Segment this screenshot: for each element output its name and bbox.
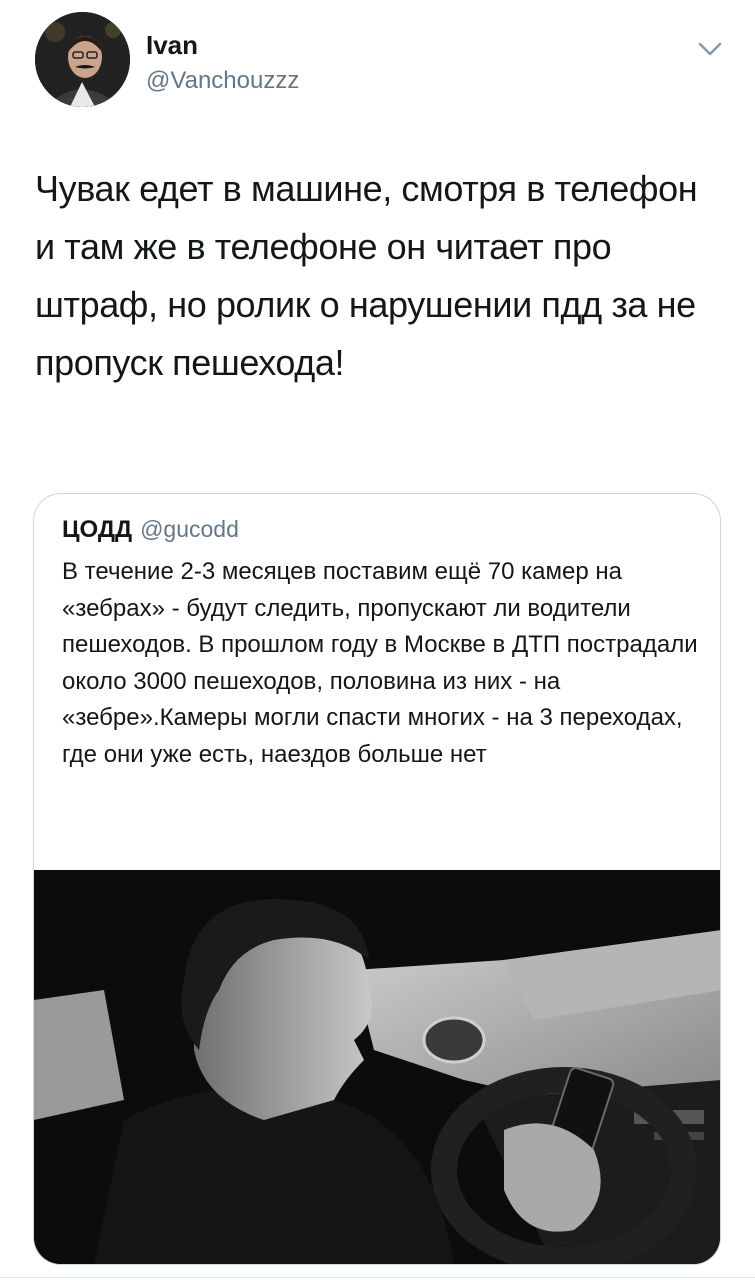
chevron-down-icon[interactable] [695,34,725,64]
quoted-author-name: ЦОДД [62,516,133,543]
bottom-divider [0,1277,755,1278]
quoted-author-handle: @gucodd [140,516,239,542]
avatar[interactable] [35,12,130,107]
author-handle[interactable]: @Vanchouzzz [146,67,299,95]
author-display-name[interactable]: Ivan [146,30,198,60]
tweet-header: Ivan @Vanchouzzz [35,12,725,112]
quoted-tweet-text: В течение 2-3 месяцев поставим ещё 70 ка… [62,558,698,768]
quoted-tweet-header: ЦОДД @gucodd [62,514,239,548]
tweet-text: Чувак едет в машине, смотря в телефон и … [35,168,698,383]
quoted-tweet-card[interactable]: ЦОДД @gucodd В течение 2-3 месяцев постав… [33,493,721,1265]
quoted-tweet-video-thumbnail[interactable] [34,870,720,1264]
